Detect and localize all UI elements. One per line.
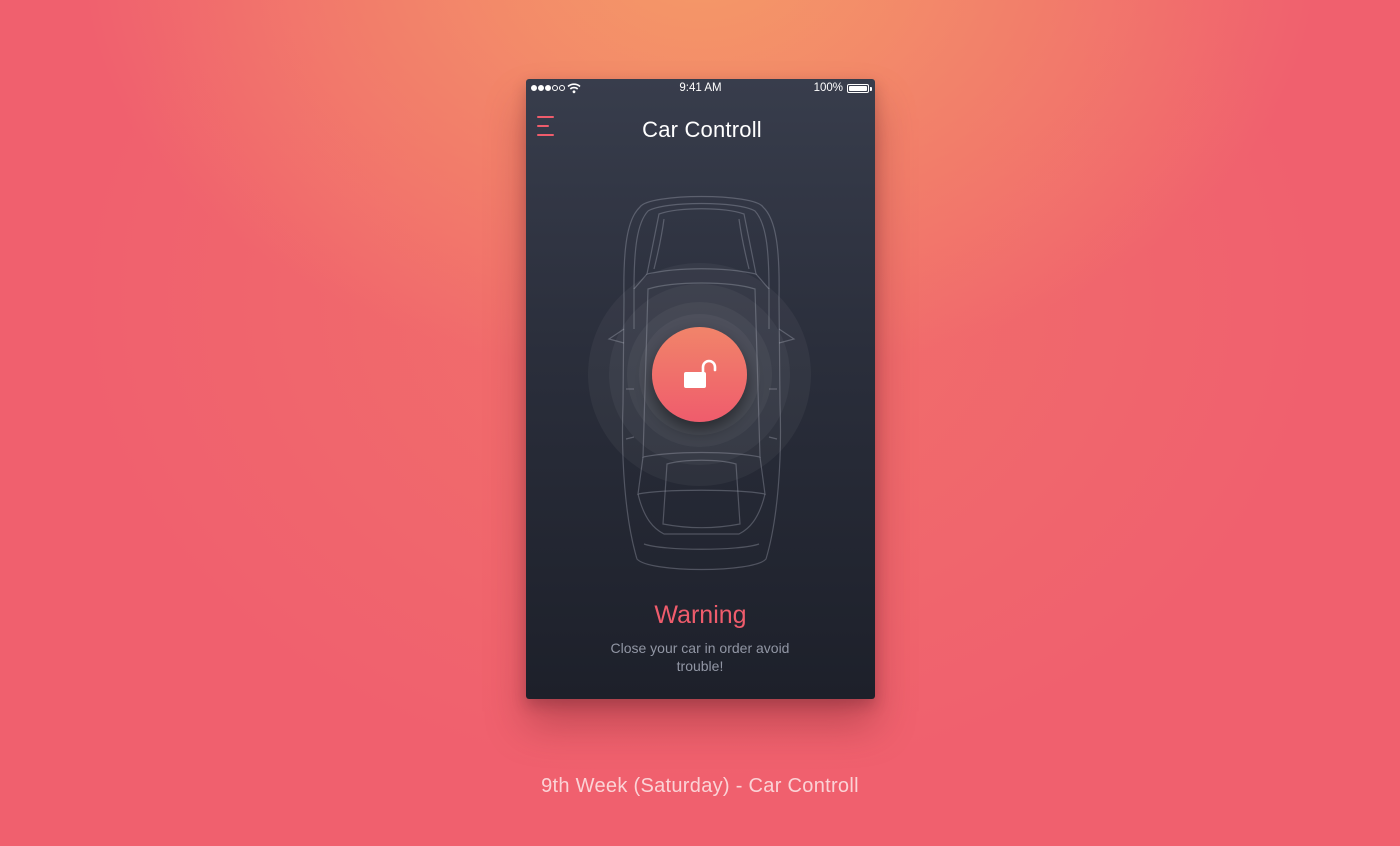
warning-message: Close your car in order avoid trouble! <box>610 640 790 674</box>
design-caption: 9th Week (Saturday) - Car Controll <box>541 775 859 797</box>
status-bar: 9:41 AM 100% <box>526 79 875 99</box>
battery-tip <box>870 87 872 91</box>
phone-screen: 9:41 AM 100% Car Controll Warning Close … <box>526 79 875 699</box>
warning-title: Warning <box>654 601 747 629</box>
battery-percent: 100% <box>813 82 843 94</box>
page-title: Car Controll <box>642 117 762 142</box>
battery-icon <box>847 84 869 93</box>
unlocked-padlock-icon <box>684 359 717 388</box>
lock-toggle-button[interactable] <box>652 327 747 422</box>
